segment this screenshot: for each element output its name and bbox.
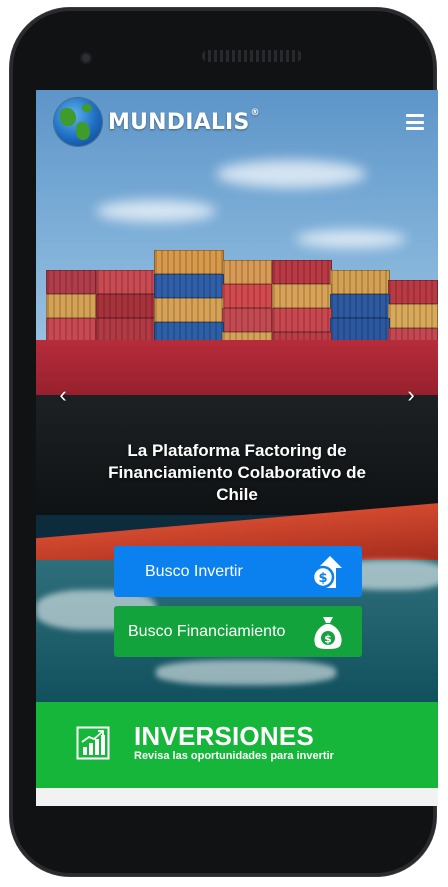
hero-headline: La Plataforma Factoring de Financiamient… <box>108 441 366 504</box>
busco-financiamiento-label: Busco Financiamiento <box>128 622 286 640</box>
next-section-edge <box>36 788 438 806</box>
brand-name: MUNDIALIS® <box>108 107 260 135</box>
banner-title: INVERSIONES <box>134 721 314 751</box>
speaker-grille <box>202 50 302 62</box>
cloud <box>96 200 216 222</box>
phone-screen: MUNDIALIS® ‹ › La Plataforma Factoring d… <box>36 90 438 806</box>
busco-financiamiento-button[interactable]: Busco Financiamiento $ <box>114 606 362 657</box>
phone-frame: MUNDIALIS® ‹ › La Plataforma Factoring d… <box>10 8 438 876</box>
svg-text:$: $ <box>318 571 327 586</box>
svg-text:$: $ <box>324 633 332 646</box>
busco-invertir-button[interactable]: Busco Invertir $ <box>114 546 362 597</box>
chevron-left-icon[interactable]: ‹ <box>54 384 72 406</box>
money-up-arrow-icon: $ <box>311 556 342 589</box>
brand-logo[interactable]: MUNDIALIS® <box>54 98 260 146</box>
sea-foam <box>156 660 336 685</box>
busco-invertir-label: Busco Invertir <box>145 562 243 580</box>
hero-slider: MUNDIALIS® ‹ › La Plataforma Factoring d… <box>36 90 438 702</box>
cloud <box>216 160 366 188</box>
money-bag-icon: $ <box>314 617 342 649</box>
front-camera <box>80 52 92 64</box>
chevron-right-icon[interactable]: › <box>402 384 420 406</box>
inversiones-banner[interactable]: INVERSIONES Revisa las oportunidades par… <box>36 702 438 788</box>
banner-subtitle: Revisa las oportunidades para invertir <box>134 750 334 762</box>
bar-chart-icon <box>76 726 110 760</box>
hamburger-menu-icon[interactable] <box>406 114 424 130</box>
globe-icon <box>54 98 102 146</box>
top-navbar: MUNDIALIS® <box>36 90 438 154</box>
